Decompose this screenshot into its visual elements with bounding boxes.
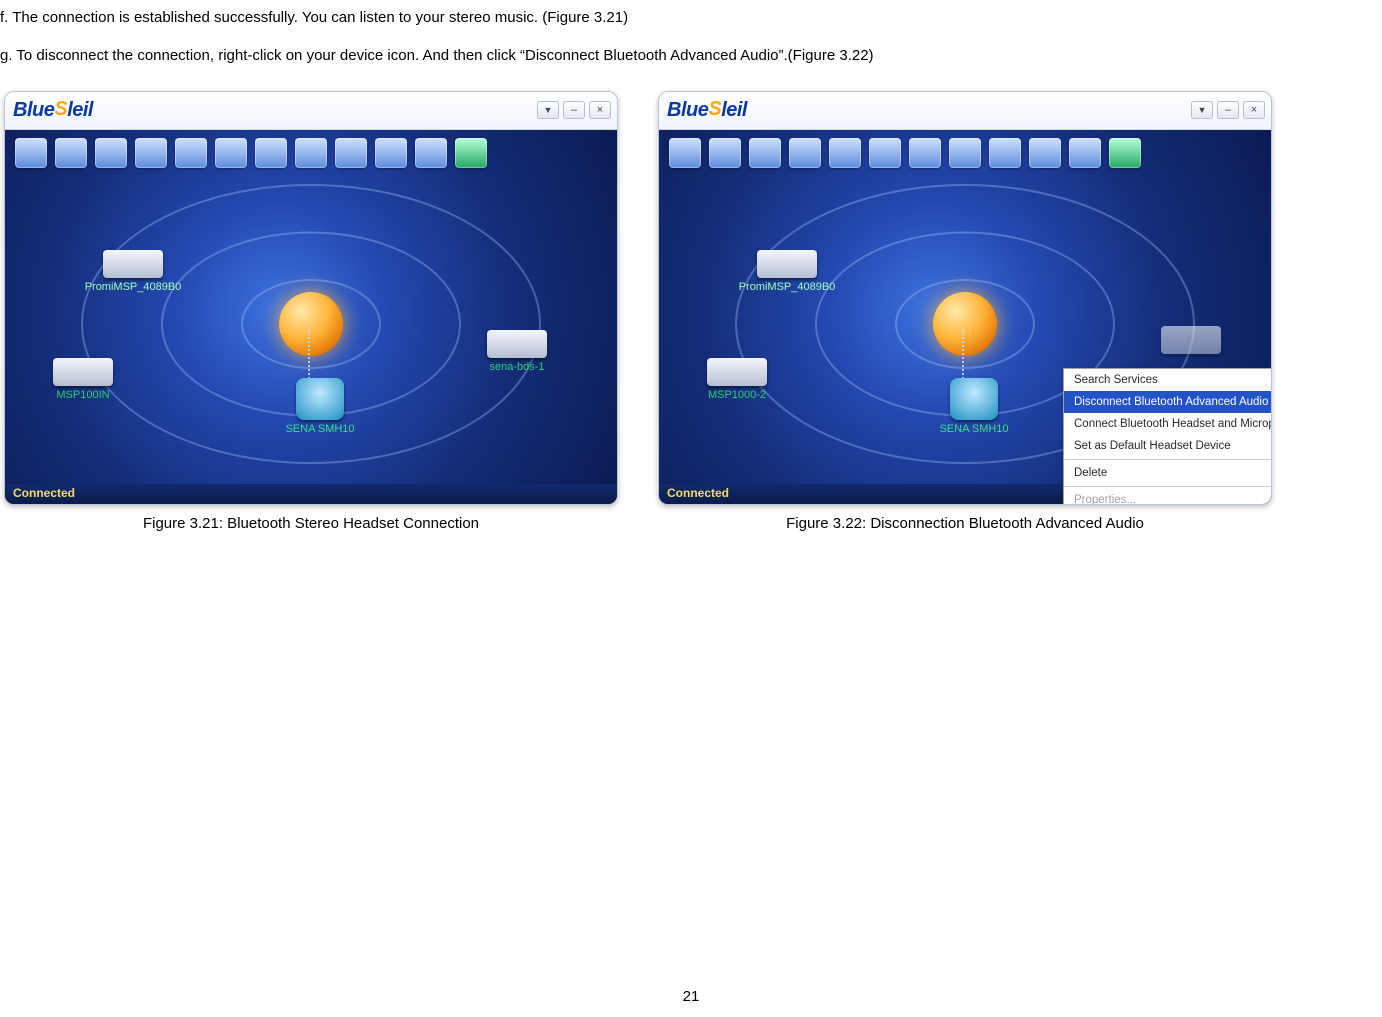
menu-delete[interactable]: Delete: [1064, 462, 1271, 484]
instruction-f: f. The connection is established success…: [0, 8, 1382, 28]
brand-part3: leil: [721, 99, 747, 122]
service-av-icon[interactable]: [1069, 138, 1101, 168]
collapse-button[interactable]: ▼: [537, 101, 559, 119]
device-a-label: PromiMSP_4089B0: [727, 281, 847, 293]
device-c[interactable]: [1131, 326, 1251, 357]
context-menu: Search Services Disconnect Bluetooth Adv…: [1063, 368, 1271, 504]
service-av-icon[interactable]: [415, 138, 447, 168]
headset-icon: [950, 378, 998, 420]
service-lap-icon[interactable]: [135, 138, 167, 168]
titlebar: Blue S leil ▼ – ×: [5, 92, 617, 130]
close-button[interactable]: ×: [589, 101, 611, 119]
brand-part2: S: [54, 98, 67, 121]
menu-disconnect-advanced-audio[interactable]: Disconnect Bluetooth Advanced Audio: [1064, 391, 1271, 413]
service-ftp-icon[interactable]: [829, 138, 861, 168]
headset-icon: [296, 378, 344, 420]
status-text: Connected: [667, 486, 729, 500]
brand-part1: Blue: [667, 99, 708, 122]
minimize-button[interactable]: –: [1217, 101, 1239, 119]
device-canvas: PromiMSP_4089B0 MSP100IN sena-bds-1 SENA…: [5, 130, 617, 504]
device-headset[interactable]: SENA SMH10: [914, 378, 1034, 435]
device-a[interactable]: PromiMSP_4089B0: [727, 250, 847, 293]
service-pan-icon[interactable]: [15, 138, 47, 168]
service-sync-icon[interactable]: [215, 138, 247, 168]
service-opp-icon[interactable]: [909, 138, 941, 168]
service-spp-icon[interactable]: [749, 138, 781, 168]
service-fax-icon[interactable]: [335, 138, 367, 168]
service-dun-icon[interactable]: [55, 138, 87, 168]
device-b[interactable]: MSP1000-2: [677, 358, 797, 401]
device-headset[interactable]: SENA SMH10: [260, 378, 380, 435]
device-b-icon: [53, 358, 113, 386]
page-number: 21: [683, 988, 700, 1005]
device-b-label: MSP1000-2: [677, 389, 797, 401]
device-canvas: PromiMSP_4089B0 MSP1000-2 SENA SMH10 Con…: [659, 130, 1271, 504]
instruction-g: g. To disconnect the connection, right-c…: [0, 46, 1382, 66]
brand-part2: S: [708, 98, 721, 121]
device-c[interactable]: sena-bds-1: [457, 330, 577, 373]
bluesoleil-window-connected: Blue S leil ▼ – ×: [4, 91, 618, 505]
brand-part1: Blue: [13, 99, 54, 122]
service-icons-row: [669, 138, 1141, 168]
brand-logo: Blue S leil: [13, 99, 93, 122]
menu-properties[interactable]: Properties...: [1064, 489, 1271, 504]
collapse-button[interactable]: ▼: [1191, 101, 1213, 119]
service-spp-icon[interactable]: [95, 138, 127, 168]
device-b-icon: [707, 358, 767, 386]
service-dun-icon[interactable]: [709, 138, 741, 168]
local-device-sun-icon[interactable]: [933, 292, 997, 356]
service-lap-icon[interactable]: [789, 138, 821, 168]
service-hid-icon[interactable]: [295, 138, 327, 168]
device-headset-label: SENA SMH10: [914, 423, 1034, 435]
status-bar: Connected: [5, 484, 617, 504]
service-bip-icon[interactable]: [1029, 138, 1061, 168]
menu-separator: [1064, 486, 1271, 487]
brand-logo: Blue S leil: [667, 99, 747, 122]
service-bip-icon[interactable]: [375, 138, 407, 168]
figure-right: Blue S leil ▼ – ×: [658, 91, 1272, 532]
menu-set-default-headset[interactable]: Set as Default Headset Device: [1064, 435, 1271, 457]
window-controls: ▼ – ×: [537, 101, 611, 119]
minimize-button[interactable]: –: [563, 101, 585, 119]
window-controls: ▼ – ×: [1191, 101, 1265, 119]
device-c-label: sena-bds-1: [457, 361, 577, 373]
figure-right-caption: Figure 3.22: Disconnection Bluetooth Adv…: [786, 515, 1144, 532]
device-a[interactable]: PromiMSP_4089B0: [73, 250, 193, 293]
bluesoleil-window-context: Blue S leil ▼ – ×: [658, 91, 1272, 505]
service-headset-icon[interactable]: [1109, 138, 1141, 168]
brand-part3: leil: [67, 99, 93, 122]
service-icons-row: [15, 138, 487, 168]
device-b-label: MSP100IN: [23, 389, 143, 401]
service-pan-icon[interactable]: [669, 138, 701, 168]
menu-search-services[interactable]: Search Services: [1064, 369, 1271, 391]
device-headset-label: SENA SMH10: [260, 423, 380, 435]
instructions-block: f. The connection is established success…: [0, 0, 1382, 67]
figure-left-caption: Figure 3.21: Bluetooth Stereo Headset Co…: [143, 515, 479, 532]
service-hid-icon[interactable]: [949, 138, 981, 168]
device-a-icon: [103, 250, 163, 278]
service-sync-icon[interactable]: [869, 138, 901, 168]
status-text: Connected: [13, 486, 75, 500]
device-c-icon: [487, 330, 547, 358]
local-device-sun-icon[interactable]: [279, 292, 343, 356]
figures-row: Blue S leil ▼ – ×: [0, 85, 1382, 532]
device-a-label: PromiMSP_4089B0: [73, 281, 193, 293]
close-button[interactable]: ×: [1243, 101, 1265, 119]
service-ftp-icon[interactable]: [175, 138, 207, 168]
menu-connect-headset-mic[interactable]: Connect Bluetooth Headset and Microphone: [1064, 413, 1271, 435]
menu-separator: [1064, 459, 1271, 460]
device-a-icon: [757, 250, 817, 278]
titlebar: Blue S leil ▼ – ×: [659, 92, 1271, 130]
service-fax-icon[interactable]: [989, 138, 1021, 168]
device-b[interactable]: MSP100IN: [23, 358, 143, 401]
service-opp-icon[interactable]: [255, 138, 287, 168]
figure-left: Blue S leil ▼ – ×: [4, 91, 618, 532]
service-headset-icon[interactable]: [455, 138, 487, 168]
device-c-icon: [1161, 326, 1221, 354]
